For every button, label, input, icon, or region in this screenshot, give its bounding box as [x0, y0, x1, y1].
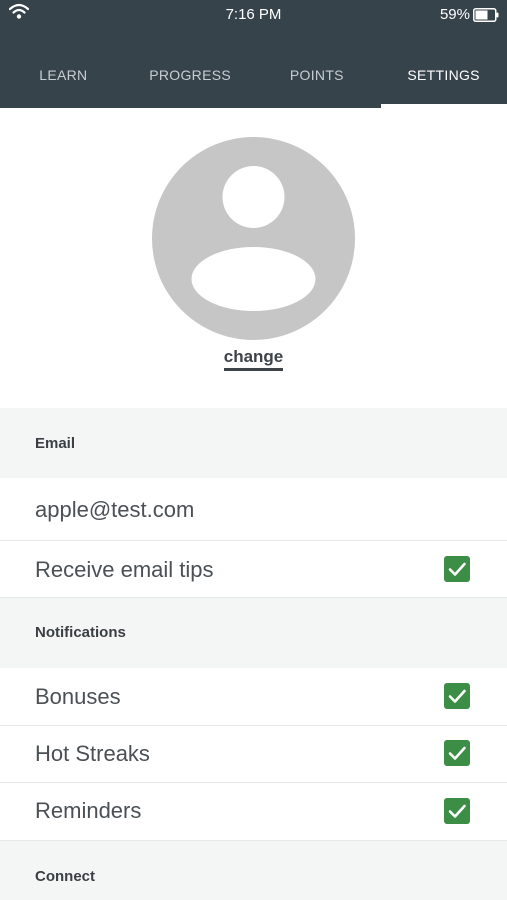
- email-tips-label: Receive email tips: [35, 557, 214, 582]
- email-address[interactable]: apple@test.com: [35, 497, 194, 523]
- section-header-connect: Connect: [0, 841, 507, 900]
- email-tips-row[interactable]: Receive email tips: [0, 541, 507, 598]
- tab-progress[interactable]: PROGRESS: [127, 44, 254, 108]
- avatar-placeholder-icon[interactable]: [152, 137, 355, 340]
- email-address-row[interactable]: apple@test.com: [0, 478, 507, 541]
- notification-label-hot-streaks: Hot Streaks: [35, 741, 150, 766]
- checkmark-icon: [448, 746, 466, 760]
- section-header-notifications: Notifications: [0, 598, 507, 668]
- email-tips-checkbox[interactable]: [444, 556, 470, 582]
- tab-bar: LEARN PROGRESS POINTS SETTINGS: [0, 44, 507, 108]
- notification-label-reminders: Reminders: [35, 798, 142, 823]
- battery-percentage: 59%: [439, 6, 470, 23]
- tab-points[interactable]: POINTS: [254, 44, 381, 108]
- battery-icon: [473, 8, 499, 22]
- active-tab-indicator: [381, 104, 507, 108]
- notification-label-bonuses: Bonuses: [35, 684, 121, 709]
- notification-row-bonuses[interactable]: Bonuses: [0, 668, 507, 726]
- notification-checkbox-hot-streaks[interactable]: [444, 740, 470, 766]
- notification-row-reminders[interactable]: Reminders: [0, 783, 507, 841]
- notification-checkbox-reminders[interactable]: [444, 798, 470, 824]
- change-avatar-link[interactable]: change: [0, 347, 507, 371]
- section-title-connect: Connect: [35, 868, 95, 885]
- checkmark-icon: [448, 689, 466, 703]
- top-bar: 7:16 PM 59% LEARN PROGRESS POINTS SETTIN…: [0, 0, 507, 108]
- checkmark-icon: [448, 562, 466, 576]
- section-title-notifications: Notifications: [35, 624, 126, 641]
- tab-settings[interactable]: SETTINGS: [380, 44, 507, 108]
- notification-checkbox-bonuses[interactable]: [444, 683, 470, 709]
- section-title-email: Email: [35, 435, 76, 452]
- section-header-email: Email: [0, 408, 507, 478]
- status-time: 7:16 PM: [225, 6, 282, 23]
- change-avatar-label[interactable]: change: [223, 347, 284, 371]
- tab-learn[interactable]: LEARN: [0, 44, 127, 108]
- status-bar: 7:16 PM 59%: [0, 0, 507, 30]
- notification-row-hot-streaks[interactable]: Hot Streaks: [0, 726, 507, 783]
- checkmark-icon: [448, 804, 466, 818]
